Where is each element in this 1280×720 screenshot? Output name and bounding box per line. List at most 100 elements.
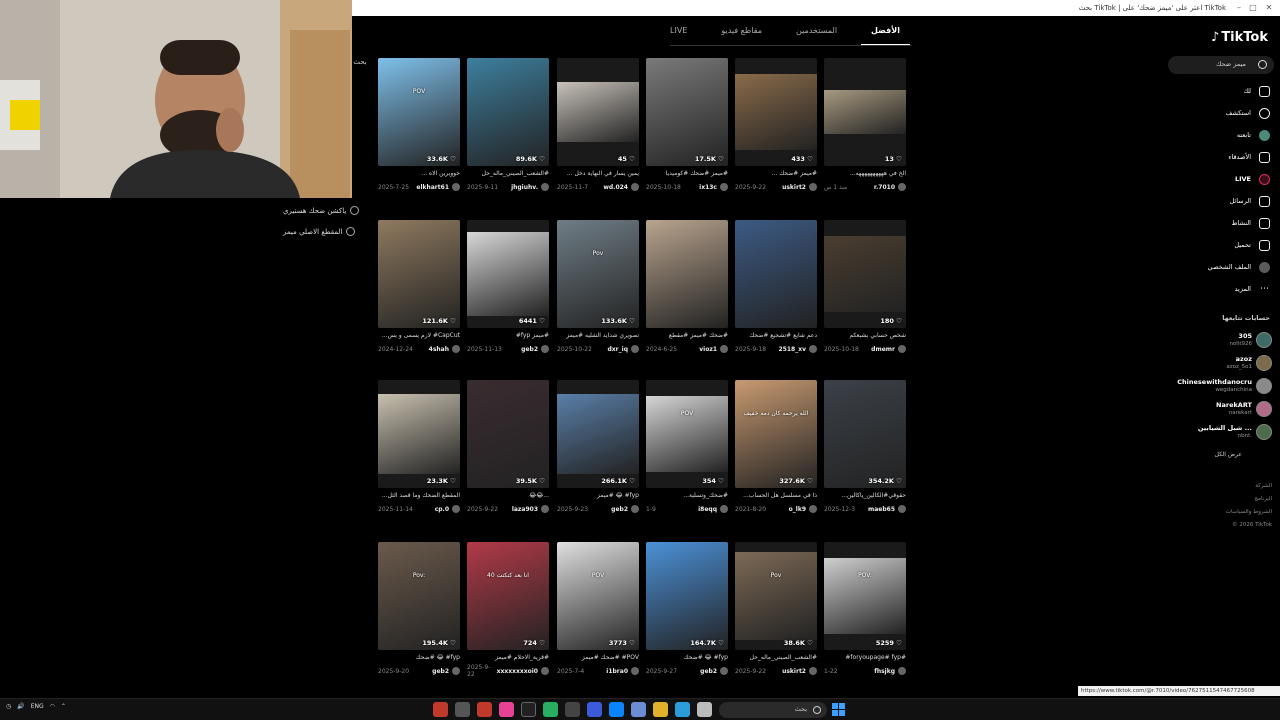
app-icon[interactable]: [543, 702, 558, 717]
search-input[interactable]: ميمز ضحك: [1168, 56, 1274, 74]
app-icon[interactable]: [587, 702, 602, 717]
video-caption[interactable]: fyp# 😂 #ميمز: [557, 492, 639, 501]
video-author[interactable]: i1bra0: [606, 667, 639, 675]
video-author[interactable]: r.7010: [874, 183, 906, 191]
video-caption[interactable]: #ضحك #ميمز #مقطع: [646, 332, 728, 341]
nav-upload[interactable]: تحميل: [1234, 236, 1270, 254]
video-caption[interactable]: POV# #ضحك #ميمز: [557, 654, 639, 663]
video-thumbnail[interactable]: Pov 133.6K ♡: [557, 220, 639, 328]
video-caption[interactable]: تصويري شدايد الشليه #ميمز: [557, 332, 639, 341]
footer-link[interactable]: الشركة: [1255, 483, 1272, 489]
video-card[interactable]: 13 ♡ الخ في ههههههههههه... منذ 1 س r.7010: [824, 58, 906, 192]
video-card[interactable]: POV 354 ♡ #ضحك_وتسلية... 1-9 i8eqq: [646, 380, 728, 514]
video-thumbnail[interactable]: انا بعد كتكتت 40 724 ♡: [467, 542, 549, 650]
video-card[interactable]: 121.6K ♡ CapCut# لازم يسمى و يس... 2024-12…: [378, 220, 460, 354]
suggestion-item[interactable]: ياكشن ضحك هستيري: [283, 200, 369, 221]
app-icon[interactable]: [499, 702, 514, 717]
video-thumbnail[interactable]: 89.6K ♡: [467, 58, 549, 166]
video-card[interactable]: POV 3773 ♡ POV# #ضحك #ميمز 2025-7-4 i1bra0: [557, 542, 639, 676]
video-author[interactable]: jhgiuhv.: [511, 183, 549, 191]
video-author[interactable]: vioz1: [699, 345, 728, 353]
video-card[interactable]: 433 ♡ #ميمز #ضحك ... 2025-9-22 uskirt2: [735, 58, 817, 192]
video-thumbnail[interactable]: 45 ♡: [557, 58, 639, 166]
nav-more[interactable]: المزيد ⋯: [1235, 280, 1270, 298]
wifi-icon[interactable]: ◠: [50, 703, 55, 710]
video-author[interactable]: ix13c: [699, 183, 728, 191]
video-card[interactable]: 45 ♡ يمين يسار في النهاية دخل ... 2025-11-…: [557, 58, 639, 192]
video-caption[interactable]: #ضحك_وتسلية...: [646, 492, 728, 501]
video-caption[interactable]: دعم شايع #تشجيع #ضحك: [735, 332, 817, 341]
following-account[interactable]: NarekART narekart: [1216, 399, 1272, 419]
maximize-icon[interactable]: □: [1248, 3, 1258, 13]
video-author[interactable]: xxxxxxxxoi0: [497, 667, 549, 675]
video-thumbnail[interactable]: 17.5K ♡: [646, 58, 728, 166]
app-icon[interactable]: [675, 702, 690, 717]
video-thumbnail[interactable]: 121.6K ♡: [378, 220, 460, 328]
tiktok-logo[interactable]: ♪ TikTok: [1211, 30, 1268, 45]
video-caption[interactable]: ذا في مسلسل هل الحساب...: [735, 492, 817, 501]
video-thumbnail[interactable]: 354.2K ♡: [824, 380, 906, 488]
video-thumbnail[interactable]: 266.1K ♡: [557, 380, 639, 488]
video-thumbnail[interactable]: 13 ♡: [824, 58, 906, 166]
video-card[interactable]: 89.6K ♡ #الشعب_الصيني_ماله_حل 2025-9-11 jhg…: [467, 58, 549, 192]
video-caption[interactable]: #foryoupage# fyp#: [824, 654, 906, 663]
video-card[interactable]: 39.5K ♡ ...😂😂 2025-9-22 laza903: [467, 380, 549, 514]
video-thumbnail[interactable]: POV 33.6K ♡: [378, 58, 460, 166]
video-caption[interactable]: #ميمز #ضحك ...: [735, 170, 817, 179]
video-author[interactable]: geb2: [521, 345, 549, 353]
video-card[interactable]: 23.3K ♡ المقطع الضحك وما قصد الثل... 2025-…: [378, 380, 460, 514]
video-thumbnail[interactable]: 433 ♡: [735, 58, 817, 166]
video-thumbnail[interactable]: Pov: 195.4K ♡: [378, 542, 460, 650]
video-caption[interactable]: #الشعب_الصيني_ماله_حل: [735, 654, 817, 663]
language-indicator[interactable]: ENG: [31, 703, 44, 710]
video-thumbnail[interactable]: POV 354 ♡: [646, 380, 728, 488]
video-thumbnail[interactable]: 164.7K ♡: [646, 542, 728, 650]
video-card[interactable]: Pov 133.6K ♡ تصويري شدايد الشليه #ميمز 2025…: [557, 220, 639, 354]
tab-videos[interactable]: مقاطع فيديو: [721, 26, 762, 46]
video-thumbnail[interactable]: 6441 ♡: [467, 220, 549, 328]
app-icon[interactable]: [697, 702, 712, 717]
video-card[interactable]: Pov 38.6K ♡ #الشعب_الصيني_ماله_حل 2025-9-22…: [735, 542, 817, 676]
app-icon[interactable]: [477, 702, 492, 717]
tab-live[interactable]: LIVE: [670, 26, 687, 46]
video-card[interactable]: 6441 ♡ #ميمز fyp# 2025-11-13 geb2: [467, 220, 549, 354]
footer-link[interactable]: البرنامج: [1254, 496, 1272, 502]
video-card[interactable]: 164.7K ♡ fyp# 😂 #ضحك 2025-9-27 geb2: [646, 542, 728, 676]
footer-link[interactable]: الشروط والسياسات: [1226, 509, 1272, 515]
video-author[interactable]: fhsjkg: [874, 667, 906, 675]
app-icon[interactable]: [631, 702, 646, 717]
video-thumbnail[interactable]: POV 3773 ♡: [557, 542, 639, 650]
following-account[interactable]: شبل الشيابين ... nbnt.: [1198, 422, 1272, 442]
video-author[interactable]: 4shah: [429, 345, 460, 353]
video-caption[interactable]: fyp# 😂 #ضحك: [646, 654, 728, 663]
folder-icon[interactable]: [653, 702, 668, 717]
tab-top[interactable]: الأفضل: [861, 26, 910, 46]
app-icon[interactable]: [433, 702, 448, 717]
video-caption[interactable]: #قرية_الاحلام #ميمز: [467, 654, 549, 663]
video-caption[interactable]: حقوقي#الكالين_ياكالين...: [824, 492, 906, 501]
video-thumbnail[interactable]: 23.3K ♡: [378, 380, 460, 488]
nav-explore[interactable]: استكشف: [1226, 104, 1270, 122]
see-all-link[interactable]: عرض الكل: [1215, 451, 1242, 458]
nav-following[interactable]: تابعته: [1237, 126, 1270, 144]
video-thumbnail[interactable]: Pov 38.6K ♡: [735, 542, 817, 650]
following-account[interactable]: azoz azoz_5o1: [1226, 353, 1272, 373]
video-card[interactable]: 354.2K ♡ حقوقي#الكالين_ياكالين... 2025-12-…: [824, 380, 906, 514]
video-author[interactable]: geb2: [432, 667, 460, 675]
suggestion-item[interactable]: المقطع الاصلي ميمز: [283, 221, 369, 242]
app-icon[interactable]: [565, 702, 580, 717]
nav-activity[interactable]: النشاط: [1231, 214, 1270, 232]
video-caption[interactable]: الخ في ههههههههههه...: [824, 170, 906, 179]
video-author[interactable]: wd.024: [603, 183, 639, 191]
video-card[interactable]: #ضحك #ميمز #مقطع 2024-6-25 vioz1: [646, 220, 728, 354]
video-caption[interactable]: #الشعب_الصيني_ماله_حل: [467, 170, 549, 179]
video-author[interactable]: i8eqq: [698, 505, 728, 513]
nav-messages[interactable]: الرسائل: [1229, 192, 1270, 210]
video-author[interactable]: geb2: [611, 505, 639, 513]
video-card[interactable]: الله يرحمه كان دمه خفيف 327.6K ♡ ذا في مسل…: [735, 380, 817, 514]
windows-start-icon[interactable]: [832, 703, 845, 716]
volume-icon[interactable]: 🔊: [17, 703, 24, 710]
video-caption[interactable]: #ميمز #ضحك #كوميديا: [646, 170, 728, 179]
video-caption[interactable]: خوويرين الاه ...: [378, 170, 460, 179]
video-author[interactable]: elkhart61: [416, 183, 460, 191]
